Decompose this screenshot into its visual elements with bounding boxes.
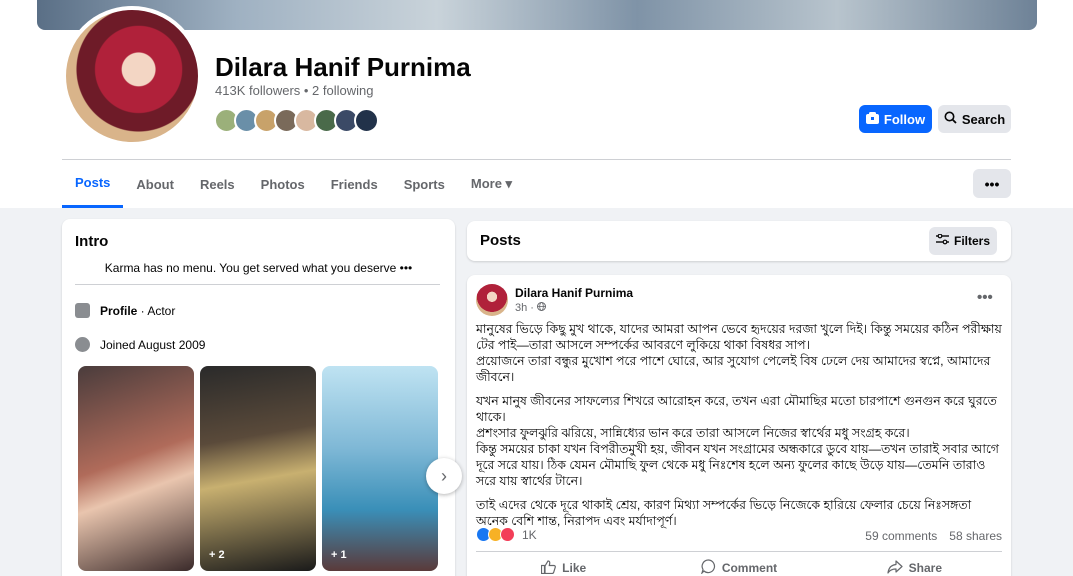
tab-about[interactable]: About bbox=[123, 160, 187, 208]
profile-name: Dilara Hanif Purnima bbox=[215, 52, 471, 82]
reaction-count: 1K bbox=[522, 527, 537, 542]
post-paragraph: মানুষের ভিড়ে কিছু মুখ থাকে, যাদের আমরা … bbox=[476, 322, 1002, 384]
followers-count[interactable]: 413K followers • 2 following bbox=[215, 83, 373, 98]
joined-row: Joined August 2009 bbox=[75, 337, 205, 352]
friend-avatar[interactable] bbox=[354, 108, 379, 133]
tab-more[interactable]: More ▾ bbox=[458, 160, 525, 208]
intro-title: Intro bbox=[75, 233, 109, 250]
profile-category: · Actor bbox=[137, 303, 176, 318]
love-reaction-icon bbox=[500, 527, 515, 542]
tab-friends[interactable]: Friends bbox=[318, 160, 391, 208]
post-author-avatar[interactable] bbox=[476, 284, 508, 316]
reactions-summary[interactable]: 1K bbox=[476, 527, 537, 542]
post-actions: Like Comment Share bbox=[476, 553, 1002, 576]
featured-photo[interactable]: + 1 bbox=[322, 366, 438, 571]
post-time-text: 3h · bbox=[515, 302, 538, 314]
post-stats: 59 comments 58 shares bbox=[865, 529, 1002, 543]
tab-posts[interactable]: Posts bbox=[62, 160, 124, 208]
search-icon bbox=[944, 111, 957, 127]
actions-divider bbox=[476, 551, 1002, 552]
tab-sports[interactable]: Sports bbox=[391, 160, 458, 208]
intro-bio: Karma has no menu. You get served what y… bbox=[104, 261, 413, 275]
search-label: Search bbox=[961, 111, 1006, 127]
post-card: Dilara Hanif Purnima 3h · ••• মানুষের ভি… bbox=[467, 275, 1011, 576]
mutual-friends-avatars bbox=[214, 108, 379, 133]
post-author-name[interactable]: Dilara Hanif Purnima bbox=[515, 286, 633, 300]
comments-count[interactable]: 59 comments bbox=[865, 529, 937, 543]
post-timestamp[interactable]: 3h · bbox=[515, 302, 547, 314]
shares-count[interactable]: 58 shares bbox=[949, 529, 1002, 543]
photo-count: + 1 bbox=[331, 549, 347, 561]
joined-date: Joined August 2009 bbox=[100, 337, 206, 352]
share-icon bbox=[887, 559, 903, 576]
more-options-button[interactable]: ••• bbox=[973, 169, 1011, 198]
share-label: Share bbox=[908, 561, 942, 575]
cover-photo[interactable] bbox=[37, 0, 1037, 30]
profile-category-row: Profile · Actor bbox=[75, 303, 175, 318]
follow-icon bbox=[865, 111, 879, 127]
profile-avatar[interactable] bbox=[62, 6, 202, 146]
profile-label: Profile bbox=[100, 303, 138, 318]
intro-divider bbox=[75, 284, 440, 285]
follow-button[interactable]: Follow bbox=[859, 105, 932, 133]
filters-button[interactable]: Filters bbox=[929, 227, 997, 255]
comment-label: Comment bbox=[721, 561, 778, 575]
photo-count: + 2 bbox=[209, 549, 225, 561]
featured-photo[interactable]: + 2 bbox=[200, 366, 316, 571]
comment-button[interactable]: Comment bbox=[651, 553, 826, 576]
like-button[interactable]: Like bbox=[476, 553, 651, 576]
filters-label: Filters bbox=[953, 234, 990, 248]
comment-icon bbox=[700, 559, 716, 576]
tab-photos[interactable]: Photos bbox=[248, 160, 318, 208]
share-button[interactable]: Share bbox=[827, 553, 1002, 576]
next-arrow-button[interactable]: › bbox=[426, 458, 462, 494]
tab-reels[interactable]: Reels bbox=[187, 160, 248, 208]
post-options-button[interactable]: ••• bbox=[977, 289, 993, 306]
filters-icon bbox=[935, 233, 949, 248]
globe-icon bbox=[537, 302, 547, 314]
clock-icon bbox=[75, 337, 90, 352]
profile-header: Dilara Hanif Purnima 413K followers • 2 … bbox=[0, 0, 1073, 208]
chevron-right-icon: › bbox=[441, 465, 447, 486]
intro-card: Intro Karma has no menu. You get served … bbox=[62, 219, 462, 576]
posts-title: Posts bbox=[480, 232, 521, 249]
like-label: Like bbox=[562, 561, 587, 575]
post-paragraph: যখন মানুষ জীবনের সাফল্যের শিখরে আরোহন কর… bbox=[476, 394, 999, 488]
search-button[interactable]: Search bbox=[938, 105, 1011, 133]
thumbs-up-icon bbox=[541, 559, 557, 576]
profile-tabs: Posts About Reels Photos Friends Sports … bbox=[62, 160, 525, 208]
post-text: মানুষের ভিড়ে কিছু মুখ থাকে, যাদের আমরা … bbox=[476, 321, 1002, 537]
featured-photo[interactable] bbox=[78, 366, 194, 571]
posts-header: Posts Filters bbox=[467, 221, 1011, 261]
profile-flag-icon bbox=[75, 303, 90, 318]
follow-label: Follow bbox=[883, 111, 926, 127]
post-paragraph: তাই এদের থেকে দূরে থাকাই শ্রেয়, কারণ মি… bbox=[476, 498, 972, 528]
